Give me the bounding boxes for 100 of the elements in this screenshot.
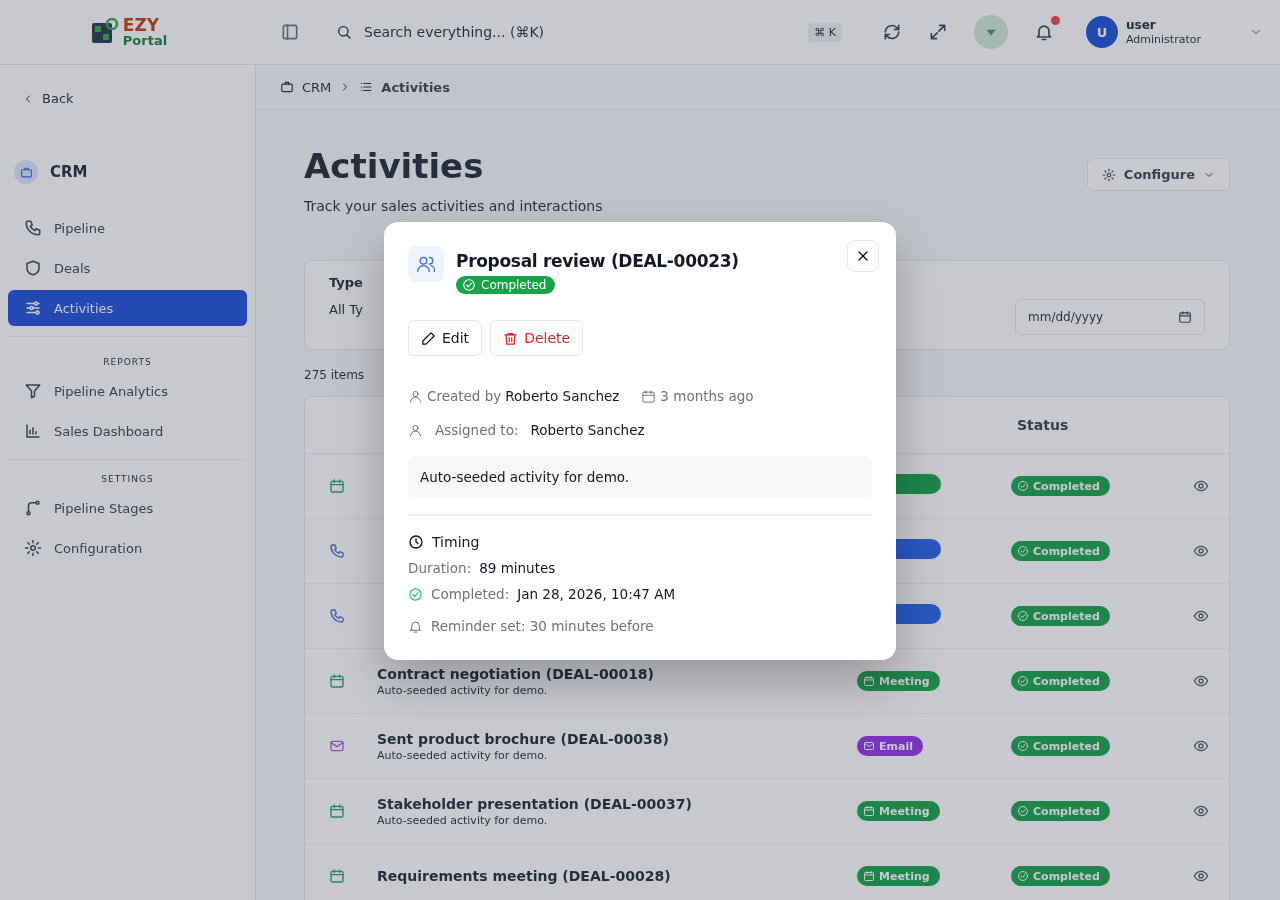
type-icon xyxy=(863,805,875,817)
breadcrumb-item[interactable]: Activities xyxy=(381,79,450,95)
user-icon xyxy=(408,388,423,404)
section-heading: Timing xyxy=(432,534,480,550)
type-icon xyxy=(863,740,875,752)
status-badge: Completed xyxy=(1011,736,1110,756)
sliders-icon xyxy=(24,299,42,317)
filter-label: Type xyxy=(329,275,363,290)
status-badge: Completed xyxy=(1011,671,1110,691)
shortcut-hint: ⌘ K xyxy=(808,22,842,42)
date-field[interactable]: mm/dd/yyyy xyxy=(1015,299,1205,335)
view-icon xyxy=(1193,803,1209,819)
user-name: user xyxy=(1126,18,1157,33)
assignee-name: Roberto Sanchez xyxy=(530,422,645,438)
calendar-icon xyxy=(329,868,345,884)
description: Auto-seeded activity for demo. xyxy=(408,456,872,498)
dialog-title: Proposal review (DEAL-00023) xyxy=(456,251,739,271)
bell-icon xyxy=(408,618,423,634)
sidebar-item[interactable]: Sales Dashboard xyxy=(8,413,247,449)
sidebar-item[interactable]: Pipeline Stages xyxy=(8,490,247,526)
back-link[interactable]: Back xyxy=(8,87,247,110)
check-icon xyxy=(1017,870,1029,882)
section-heading: SETTINGS xyxy=(100,474,155,484)
list-icon xyxy=(359,80,374,94)
type-icon xyxy=(863,675,875,687)
calendar-icon xyxy=(329,478,345,494)
creator-name: Roberto Sanchez xyxy=(505,388,620,404)
status-badge: Completed xyxy=(1011,476,1110,496)
check-icon xyxy=(1017,675,1029,687)
module-title: CRM xyxy=(50,163,88,181)
people-icon xyxy=(416,254,436,274)
briefcase-icon xyxy=(280,80,294,94)
activity-title: Contract negotiation (DEAL-00018) xyxy=(377,665,655,682)
check-icon xyxy=(1017,545,1029,557)
sidebar-item[interactable]: Pipeline Analytics xyxy=(8,373,247,409)
status-badge: Completed xyxy=(1011,541,1110,561)
activity-title: Requirements meeting (DEAL-00028) xyxy=(377,868,672,884)
type-select[interactable]: All Ty xyxy=(329,302,363,317)
configure-button[interactable]: Configure xyxy=(1086,158,1230,191)
search-field[interactable]: Search everything... (⌘K) xyxy=(362,23,799,41)
refresh-icon xyxy=(882,22,902,42)
completed-value: Jan 28, 2026, 10:47 AM xyxy=(517,586,676,602)
breadcrumb-item[interactable]: CRM xyxy=(302,79,332,95)
sidebar-item[interactable]: Pipeline xyxy=(8,210,247,246)
sidebar-item[interactable]: Deals xyxy=(8,250,247,286)
branch-icon xyxy=(24,499,42,517)
sidebar-toggle-icon xyxy=(280,22,300,42)
search-icon xyxy=(336,24,352,40)
funnel-icon xyxy=(24,382,42,400)
calendar-icon xyxy=(329,673,345,689)
activity-title: Sent product brochure (DEAL-00038) xyxy=(377,730,670,747)
edit-button[interactable]: Edit xyxy=(408,320,483,356)
view-icon xyxy=(1193,608,1209,624)
sidebar-item[interactable]: Activities xyxy=(8,290,247,326)
trash-icon xyxy=(503,330,519,346)
created-time: 3 months ago xyxy=(660,388,754,404)
type-badge: Meeting xyxy=(857,671,940,691)
check-icon xyxy=(1017,480,1029,492)
install-button[interactable] xyxy=(974,15,1008,49)
calendar-icon xyxy=(641,388,657,404)
mail-icon xyxy=(329,738,345,754)
bar-chart-icon xyxy=(24,422,42,440)
check-icon xyxy=(1017,610,1029,622)
logo-text: Portal xyxy=(122,34,168,47)
type-badge: Email xyxy=(857,736,923,756)
fullscreen-icon xyxy=(928,22,948,42)
phone-icon xyxy=(329,608,345,624)
close-button[interactable] xyxy=(847,240,879,272)
logo-text: EZY xyxy=(122,17,161,34)
briefcase-icon xyxy=(19,165,33,179)
created-label: Created by xyxy=(427,388,502,404)
phone-icon xyxy=(329,543,345,559)
activity-title: Stakeholder presentation (DEAL-00037) xyxy=(377,795,693,812)
check-circle-icon xyxy=(462,278,476,292)
duration-label: Duration: xyxy=(408,560,472,576)
sidebar-item[interactable]: Configuration xyxy=(8,530,247,566)
type-badge: Meeting xyxy=(857,801,940,821)
view-icon xyxy=(1193,868,1209,884)
assigned-label: Assigned to: xyxy=(435,422,519,438)
notification-dot xyxy=(1051,16,1060,25)
view-icon xyxy=(1193,673,1209,689)
completed-label: Completed: xyxy=(431,586,510,602)
item-count: 275 items xyxy=(304,368,366,382)
page-subtitle: Track your sales activities and interactions xyxy=(304,198,603,214)
pencil-icon xyxy=(421,330,436,346)
status-badge: Completed xyxy=(1011,866,1110,886)
page-title: Activities xyxy=(304,146,485,186)
status-badge: Completed xyxy=(456,276,556,294)
view-icon xyxy=(1193,478,1209,494)
delete-button[interactable]: Delete xyxy=(490,320,584,356)
duration-value: 89 minutes xyxy=(479,560,556,576)
view-icon xyxy=(1193,738,1209,754)
user-role: Administrator xyxy=(1126,32,1201,46)
type-icon xyxy=(863,870,875,882)
phone-icon xyxy=(24,219,42,237)
reminder-text: Reminder set: 30 minutes before xyxy=(431,618,654,634)
view-icon xyxy=(1193,543,1209,559)
avatar[interactable]: U xyxy=(1086,16,1118,48)
activity-note: Auto-seeded activity for demo. xyxy=(377,683,549,697)
settings-icon xyxy=(1101,167,1116,182)
